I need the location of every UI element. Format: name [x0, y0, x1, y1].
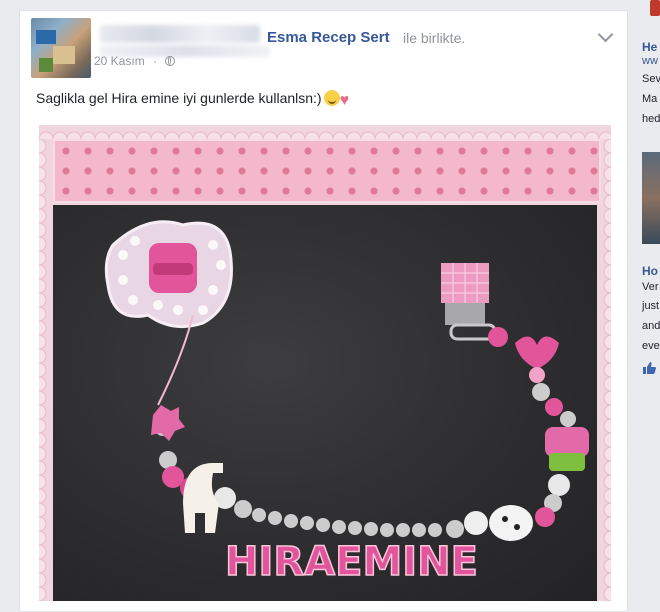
- sidebar-item-url[interactable]: ww: [642, 55, 658, 67]
- bead-chain: [151, 327, 589, 541]
- heart-emoji-icon: ♥: [339, 92, 350, 109]
- post-card: Esma Recep Sert ile birlikte. 20 Kasım ·…: [19, 10, 628, 612]
- sidebar-item-title-1[interactable]: He: [642, 40, 657, 54]
- pacifier-clip-illustration: HIRAEMINE: [104, 220, 589, 586]
- blurred-profile-name: [100, 25, 260, 43]
- sidebar-text-line-6: and: [642, 320, 660, 332]
- sidebar-text-line-4: Ver: [642, 281, 659, 293]
- dark-fabric-background: HIRAEMINE: [53, 205, 597, 601]
- pink-clip: [441, 263, 497, 341]
- chevron-down-icon[interactable]: [597, 26, 614, 43]
- sidebar-thumbnail[interactable]: [642, 152, 660, 244]
- lace-border-left: [39, 139, 53, 601]
- photo-beads-letters: HIRAEMINE: [225, 539, 478, 585]
- post-timestamp[interactable]: 20 Kasım: [94, 54, 145, 68]
- pink-hearts-band: [53, 139, 601, 203]
- sidebar-text-line-5: just: [642, 300, 660, 312]
- lace-border-right: [597, 139, 611, 601]
- sidebar-text-line-7: eve: [642, 340, 660, 352]
- post-message: Saglikla gel Hira emine iyi gunlerde kul…: [36, 90, 349, 110]
- pacifier: [104, 220, 233, 329]
- tagged-author-link[interactable]: Esma Recep Sert: [267, 29, 390, 46]
- thumbs-up-icon[interactable]: [642, 362, 656, 374]
- with-text: ile birlikte.: [403, 30, 466, 46]
- avatar[interactable]: [31, 18, 91, 78]
- meta-separator: ·: [153, 54, 157, 68]
- post-message-text: Saglikla gel Hira emine iyi gunlerde kul…: [36, 90, 322, 106]
- sidebar-text-line-1: Sev: [642, 73, 660, 85]
- sidebar-red-badge: [650, 0, 660, 16]
- globe-icon[interactable]: [165, 56, 175, 66]
- smile-emoji-icon: [323, 90, 340, 106]
- right-sidebar: He ww Sev Ma hed Ho Ver just and eve: [640, 0, 660, 590]
- sidebar-text-line-2: Ma: [642, 93, 658, 105]
- post-photo[interactable]: HIRAEMINE: [39, 125, 611, 601]
- lace-border-top: [39, 125, 611, 139]
- sidebar-text-line-3: hed: [642, 113, 660, 125]
- sidebar-item-title-2[interactable]: Ho: [642, 264, 658, 278]
